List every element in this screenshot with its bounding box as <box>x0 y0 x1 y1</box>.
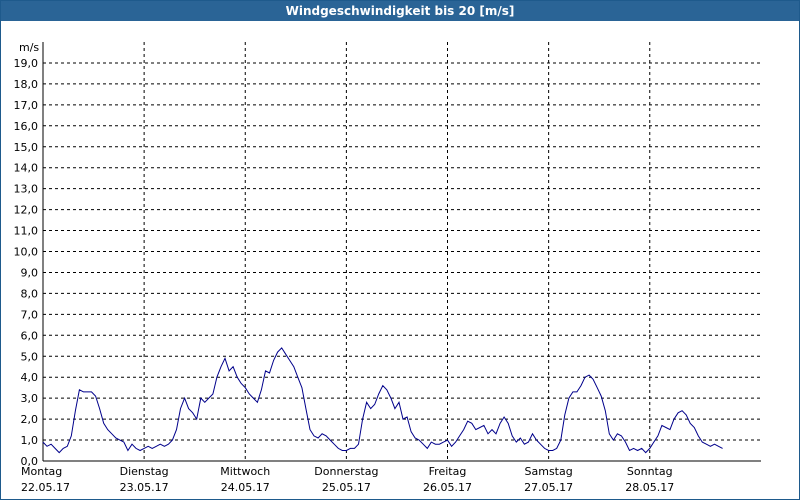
x-tick-day: Dienstag <box>120 465 169 478</box>
wind-speed-line <box>42 347 723 454</box>
y-tick-label: 12,0 <box>14 204 39 217</box>
y-tick-label: 2,0 <box>21 413 39 426</box>
y-axis-unit: m/s <box>19 41 39 54</box>
y-axis-labels: 0,01,02,03,04,05,06,07,08,09,010,011,012… <box>14 57 39 468</box>
y-tick-label: 13,0 <box>14 183 39 196</box>
y-tick-label: 15,0 <box>14 141 39 154</box>
y-tick-label: 6,0 <box>21 329 39 342</box>
x-tick-date: 24.05.17 <box>221 481 270 494</box>
x-tick-day: Freitag <box>429 465 467 478</box>
x-tick-day: Samstag <box>525 465 573 478</box>
x-axis-labels: Montag 22.05.17 Dienstag 23.05.17 Mittwoch 24… <box>21 465 674 494</box>
x-tick-date: 28.05.17 <box>625 481 674 494</box>
x-tick-day: Sonntag <box>627 465 673 478</box>
x-tick-date: 23.05.17 <box>120 481 169 494</box>
y-tick-label: 11,0 <box>14 225 39 238</box>
x-tick-date: 25.05.17 <box>322 481 371 494</box>
x-tick-date: 27.05.17 <box>524 481 573 494</box>
chart-series <box>42 347 723 454</box>
y-tick-label: 18,0 <box>14 78 39 91</box>
window-title: Windgeschwindigkeit bis 20 [m/s] <box>1 1 799 21</box>
chart-grid <box>43 42 761 461</box>
y-tick-label: 16,0 <box>14 120 39 133</box>
y-tick-label: 10,0 <box>14 246 39 259</box>
y-tick-label: 4,0 <box>21 371 39 384</box>
y-tick-label: 19,0 <box>14 57 39 70</box>
x-tick-day: Montag <box>21 465 62 478</box>
y-tick-label: 7,0 <box>21 308 39 321</box>
y-tick-label: 1,0 <box>21 434 39 447</box>
y-tick-label: 3,0 <box>21 392 39 405</box>
x-tick-date: 22.05.17 <box>21 481 70 494</box>
y-tick-label: 14,0 <box>14 162 39 175</box>
y-tick-label: 8,0 <box>21 287 39 300</box>
chart-axes <box>42 42 761 462</box>
y-tick-label: 17,0 <box>14 99 39 112</box>
chart-window: Windgeschwindigkeit bis 20 [m/s] 0,0 1,0 2… <box>0 0 800 500</box>
x-tick-date: 26.05.17 <box>423 481 472 494</box>
wind-speed-chart: 0,01,02,03,04,05,06,07,08,09,010,011,012… <box>14 41 761 494</box>
y-tick-label: 5,0 <box>21 350 39 363</box>
x-tick-day: Donnerstag <box>314 465 378 478</box>
x-tick-day: Mittwoch <box>220 465 270 478</box>
y-tick-label: 9,0 <box>21 266 39 279</box>
